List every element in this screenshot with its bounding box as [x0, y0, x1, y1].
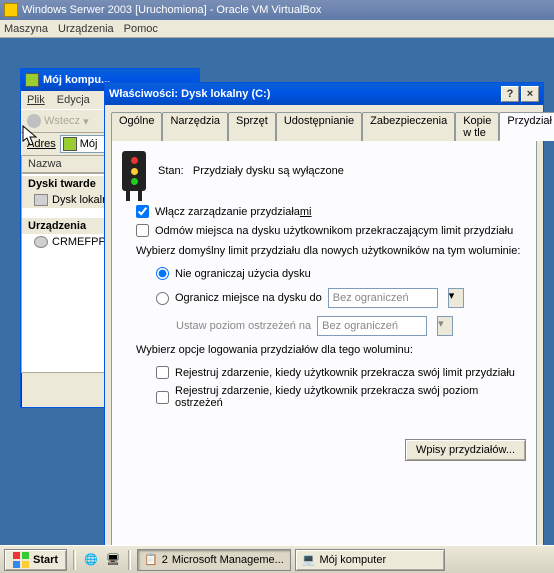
- explorer-title-text: Mój kompu...: [43, 74, 110, 86]
- dropdown-arrow-icon: ▾: [83, 115, 89, 128]
- tab-przydzial[interactable]: Przydział: [499, 112, 554, 141]
- tab-kopie-w-tle[interactable]: Kopie w tle: [455, 112, 499, 141]
- quota-panel: Stan: Przydziały dysku są wyłączone Włąc…: [111, 140, 537, 560]
- deny-disk-label: Odmów miejsca na dysku użytkownikom prze…: [155, 225, 513, 237]
- quota-entries-button[interactable]: Wpisy przydziałów...: [405, 439, 526, 461]
- windows-logo-icon: [13, 552, 29, 568]
- properties-title: Właściwości: Dysk lokalny (C:): [109, 88, 499, 100]
- taskbar-separator: [128, 550, 131, 570]
- close-button[interactable]: ×: [521, 86, 539, 102]
- default-limit-desc: Wybierz domyślny limit przydziału dla no…: [136, 245, 526, 257]
- cd-drive-icon: [34, 236, 48, 248]
- my-computer-icon: [63, 137, 77, 151]
- log-limit-checkbox[interactable]: [156, 366, 169, 379]
- enable-quota-checkbox[interactable]: [136, 205, 149, 218]
- back-arrow-icon: [27, 114, 41, 128]
- warning-unit-combo[interactable]: ▾: [437, 316, 453, 336]
- enable-quota-label: Włącz zarządzanie przydziałami: [155, 206, 312, 218]
- taskbar-separator: [73, 550, 76, 570]
- menu-pomoc[interactable]: Pomoc: [124, 23, 158, 35]
- properties-titlebar[interactable]: Właściwości: Dysk lokalny (C:) ? ×: [105, 83, 543, 105]
- virtualbox-title: Windows Serwer 2003 [Uruchomiona] - Orac…: [22, 4, 321, 16]
- log-limit-label: Rejestruj zdarzenie, kiedy użytkownik pr…: [175, 367, 515, 379]
- menu-plik[interactable]: Plik: [27, 94, 45, 106]
- virtualbox-icon: [4, 3, 18, 17]
- my-computer-icon: 💻: [302, 553, 316, 566]
- guest-desktop: Mój kompu... Plik Edycja Wstecz ▾ Adres …: [0, 38, 554, 573]
- limit-value-input[interactable]: Bez ograniczeń: [328, 288, 438, 308]
- menu-edycja[interactable]: Edycja: [57, 94, 90, 106]
- taskbar-item-mmc[interactable]: 📋 2 Microsoft Manageme...: [137, 549, 291, 571]
- log-warn-label: Rejestruj zdarzenie, kiedy użytkownik pr…: [175, 385, 526, 409]
- tab-udostepnianie[interactable]: Udostępnianie: [276, 112, 362, 141]
- start-button[interactable]: Start: [4, 549, 67, 571]
- limit-unit-combo[interactable]: ▾: [448, 288, 464, 308]
- quicklaunch-desktop-icon[interactable]: 🖥: [104, 551, 122, 569]
- traffic-light-icon: [122, 151, 146, 191]
- menu-urzadzenia[interactable]: Urządzenia: [58, 23, 114, 35]
- radio-no-limit-label: Nie ograniczaj użycia dysku: [175, 268, 311, 280]
- tab-zabezpieczenia[interactable]: Zabezpieczenia: [362, 112, 455, 141]
- taskbar: Start 🌐 🖥 📋 2 Microsoft Manageme... 💻 Mó…: [0, 545, 554, 573]
- radio-limit-to[interactable]: [156, 292, 169, 305]
- log-warn-checkbox[interactable]: [156, 391, 169, 404]
- menu-maszyna[interactable]: Maszyna: [4, 23, 48, 35]
- help-button[interactable]: ?: [501, 86, 519, 102]
- status-label: Stan:: [158, 165, 184, 177]
- radio-limit-to-label: Ogranicz miejsce na dysku do: [175, 292, 322, 304]
- tab-sprzet[interactable]: Sprzęt: [228, 112, 276, 141]
- tab-strip: Ogólne Narzędzia Sprzęt Udostępnianie Za…: [105, 105, 543, 140]
- radio-no-limit[interactable]: [156, 267, 169, 280]
- mmc-icon: 📋: [144, 553, 158, 566]
- warning-value-input[interactable]: Bez ograniczeń: [317, 316, 427, 336]
- warning-level-label: Ustaw poziom ostrzeżeń na: [176, 320, 311, 332]
- hard-disk-icon: [34, 194, 48, 206]
- logging-desc: Wybierz opcje logowania przydziałów dla …: [136, 344, 526, 356]
- virtualbox-menubar: Maszyna Urządzenia Pomoc: [0, 20, 554, 38]
- address-label: Adres: [27, 138, 56, 150]
- status-value: Przydziały dysku są wyłączone: [193, 165, 344, 177]
- virtualbox-titlebar[interactable]: Windows Serwer 2003 [Uruchomiona] - Orac…: [0, 0, 554, 20]
- taskbar-item-mycomputer[interactable]: 💻 Mój komputer: [295, 549, 445, 571]
- properties-dialog: Właściwości: Dysk lokalny (C:) ? × Ogóln…: [104, 82, 544, 552]
- tab-ogolne[interactable]: Ogólne: [111, 112, 162, 141]
- deny-disk-checkbox[interactable]: [136, 224, 149, 237]
- my-computer-icon: [25, 73, 39, 87]
- quicklaunch-ie-icon[interactable]: 🌐: [82, 551, 100, 569]
- back-button[interactable]: Wstecz ▾: [27, 114, 89, 128]
- tab-narzedzia[interactable]: Narzędzia: [162, 112, 228, 141]
